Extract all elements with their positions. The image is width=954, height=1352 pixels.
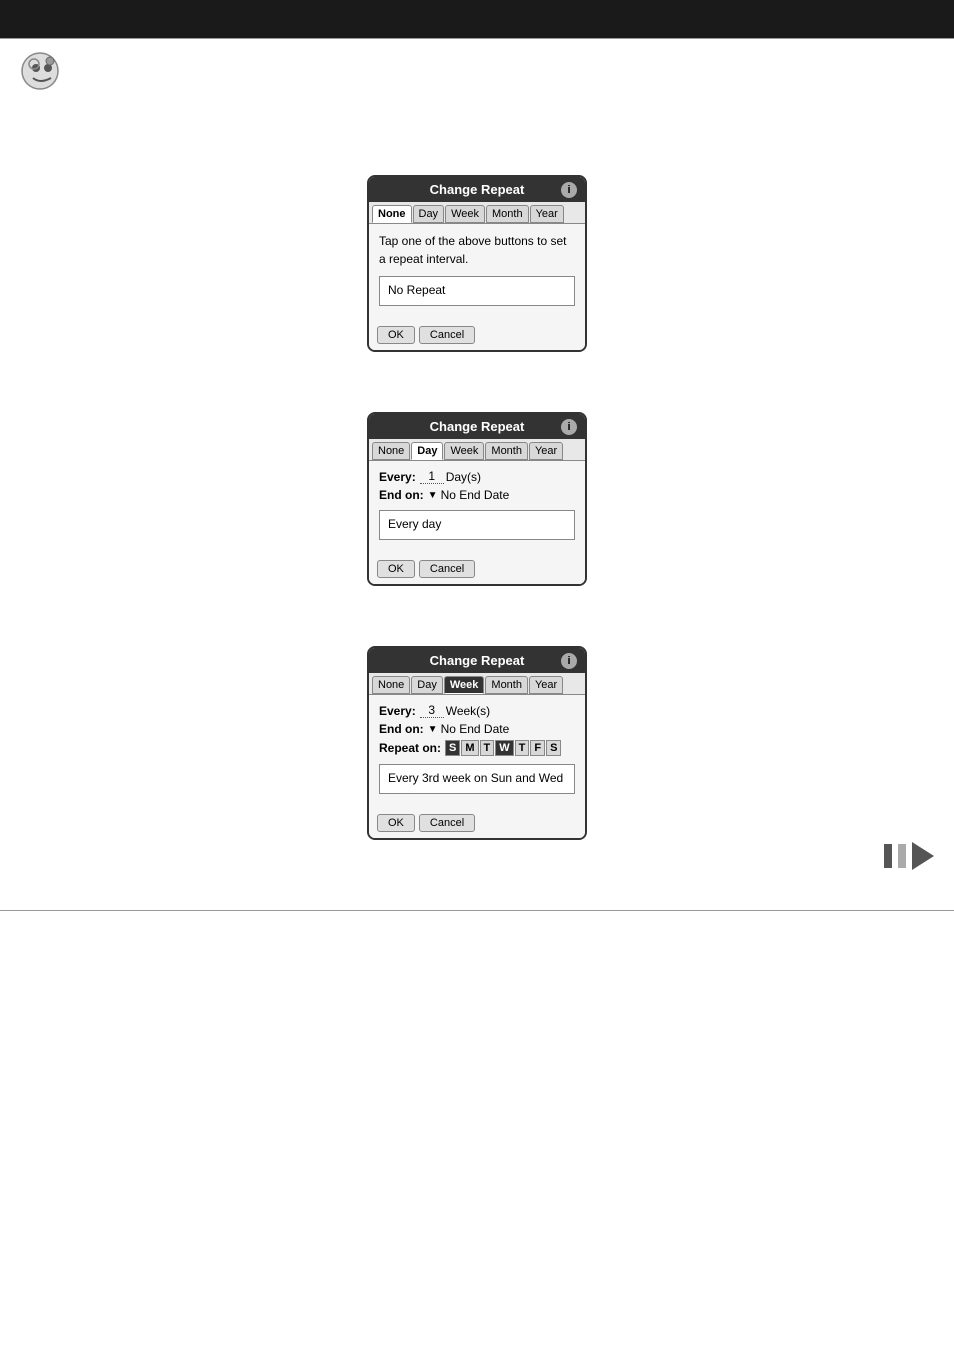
dialog2-title: Change Repeat <box>430 419 525 434</box>
dialog2-every-label: Every: <box>379 470 416 484</box>
dialog1-tab-none[interactable]: None <box>372 205 412 223</box>
dialog3-cancel-button[interactable]: Cancel <box>419 814 475 832</box>
dialog3-container: Change Repeat i None Day Week Month Year… <box>20 646 934 870</box>
dialog2-body: Every: 1 Day(s) End on: ▼ No End Date Ev… <box>369 461 585 556</box>
nav-arrow-area <box>884 842 934 870</box>
dialog1-tab-year[interactable]: Year <box>530 205 564 223</box>
dialog3-every-row: Every: 3 Week(s) <box>379 703 575 718</box>
main-content: Change Repeat i None Day Week Month Year… <box>0 39 954 890</box>
dialog3-every-value[interactable]: 3 <box>420 703 444 718</box>
section-description <box>20 101 934 161</box>
header-bar <box>0 0 954 38</box>
dialog3-titlebar: Change Repeat i <box>369 648 585 673</box>
dialog1-footer: OK Cancel <box>369 322 585 350</box>
dialog1-cancel-button[interactable]: Cancel <box>419 326 475 344</box>
nav-bar-dark <box>884 844 892 868</box>
dialog3-info-icon[interactable]: i <box>561 653 577 669</box>
dialog3-day-sat[interactable]: S <box>546 740 561 756</box>
dialog2-tab-year[interactable]: Year <box>529 442 563 460</box>
dialog2-tab-none[interactable]: None <box>372 442 410 460</box>
app-logo-icon <box>20 51 60 91</box>
dialog2-dropdown-arrow-icon[interactable]: ▼ <box>428 490 438 501</box>
dialog3-tab-year[interactable]: Year <box>529 676 563 694</box>
dialog2-ok-button[interactable]: OK <box>377 560 415 578</box>
dialog3: Change Repeat i None Day Week Month Year… <box>367 646 587 840</box>
dialog3-endon-value: No End Date <box>441 722 510 736</box>
dialog1-body: Tap one of the above buttons to set a re… <box>369 224 585 322</box>
dialog3-repeaton-row: Repeat on: S M T W T F S <box>379 740 575 756</box>
dialog3-endon-label: End on: <box>379 722 424 736</box>
dialog3-tabs: None Day Week Month Year <box>369 673 585 695</box>
nav-bar-light <box>898 844 906 868</box>
dialog3-tab-month[interactable]: Month <box>485 676 528 694</box>
dialog2-endon-row: End on: ▼ No End Date <box>379 488 575 502</box>
dialog3-body: Every: 3 Week(s) End on: ▼ No End Date R… <box>369 695 585 810</box>
dialog3-preview: Every 3rd week on Sun and Wed <box>379 764 575 794</box>
dialog2-cancel-button[interactable]: Cancel <box>419 560 475 578</box>
dialog2-tab-day[interactable]: Day <box>411 442 443 460</box>
dialog1-titlebar: Change Repeat i <box>369 177 585 202</box>
dialog3-tab-day[interactable]: Day <box>411 676 443 694</box>
dialog3-day-mon[interactable]: M <box>461 740 478 756</box>
dialog2-tab-week[interactable]: Week <box>444 442 484 460</box>
dialog3-endon-row: End on: ▼ No End Date <box>379 722 575 736</box>
dialog2-every-unit: Day(s) <box>446 470 481 484</box>
dialog3-ok-button[interactable]: OK <box>377 814 415 832</box>
dialog3-day-tue[interactable]: T <box>480 740 495 756</box>
dialog2-footer: OK Cancel <box>369 556 585 584</box>
dialog3-title: Change Repeat <box>430 653 525 668</box>
bottom-divider <box>0 910 954 911</box>
dialog1-ok-button[interactable]: OK <box>377 326 415 344</box>
dialog3-day-sun[interactable]: S <box>445 740 460 756</box>
dialog2-every-row: Every: 1 Day(s) <box>379 469 575 484</box>
dialog2-preview: Every day <box>379 510 575 540</box>
dialog3-tab-week[interactable]: Week <box>444 676 485 694</box>
dialog1-instruction: Tap one of the above buttons to set a re… <box>379 232 575 268</box>
dialog3-day-fri[interactable]: F <box>530 740 545 756</box>
dialog1-preview: No Repeat <box>379 276 575 306</box>
spacer1 <box>20 382 934 412</box>
dialog1-title: Change Repeat <box>430 182 525 197</box>
dialog3-day-wed[interactable]: W <box>495 740 513 756</box>
dialog3-every-label: Every: <box>379 704 416 718</box>
dialog1: Change Repeat i None Day Week Month Year… <box>367 175 587 352</box>
spacer2 <box>20 616 934 646</box>
dialog3-repeaton-label: Repeat on: <box>379 741 441 755</box>
dialog1-tab-month[interactable]: Month <box>486 205 529 223</box>
dialog3-footer: OK Cancel <box>369 810 585 838</box>
dialog1-info-icon[interactable]: i <box>561 182 577 198</box>
dialog3-tab-none[interactable]: None <box>372 676 410 694</box>
dialog2-tab-month[interactable]: Month <box>485 442 528 460</box>
dialog2: Change Repeat i None Day Week Month Year… <box>367 412 587 586</box>
next-arrow-icon[interactable] <box>912 842 934 870</box>
dialog2-endon-value: No End Date <box>441 488 510 502</box>
logo-area <box>20 51 934 91</box>
dialog2-tabs: None Day Week Month Year <box>369 439 585 461</box>
dialog1-tab-week[interactable]: Week <box>445 205 485 223</box>
dialog2-titlebar: Change Repeat i <box>369 414 585 439</box>
dialog3-every-unit: Week(s) <box>446 704 490 718</box>
dialog2-every-value[interactable]: 1 <box>420 469 444 484</box>
dialog1-tab-day[interactable]: Day <box>413 205 445 223</box>
dialog3-dropdown-arrow-icon[interactable]: ▼ <box>428 724 438 735</box>
dialog1-container: Change Repeat i None Day Week Month Year… <box>20 175 934 382</box>
dialog2-endon-label: End on: <box>379 488 424 502</box>
dialog2-info-icon[interactable]: i <box>561 419 577 435</box>
dialog2-container: Change Repeat i None Day Week Month Year… <box>20 412 934 616</box>
dialog3-day-thu[interactable]: T <box>515 740 530 756</box>
dialog1-tabs: None Day Week Month Year <box>369 202 585 224</box>
